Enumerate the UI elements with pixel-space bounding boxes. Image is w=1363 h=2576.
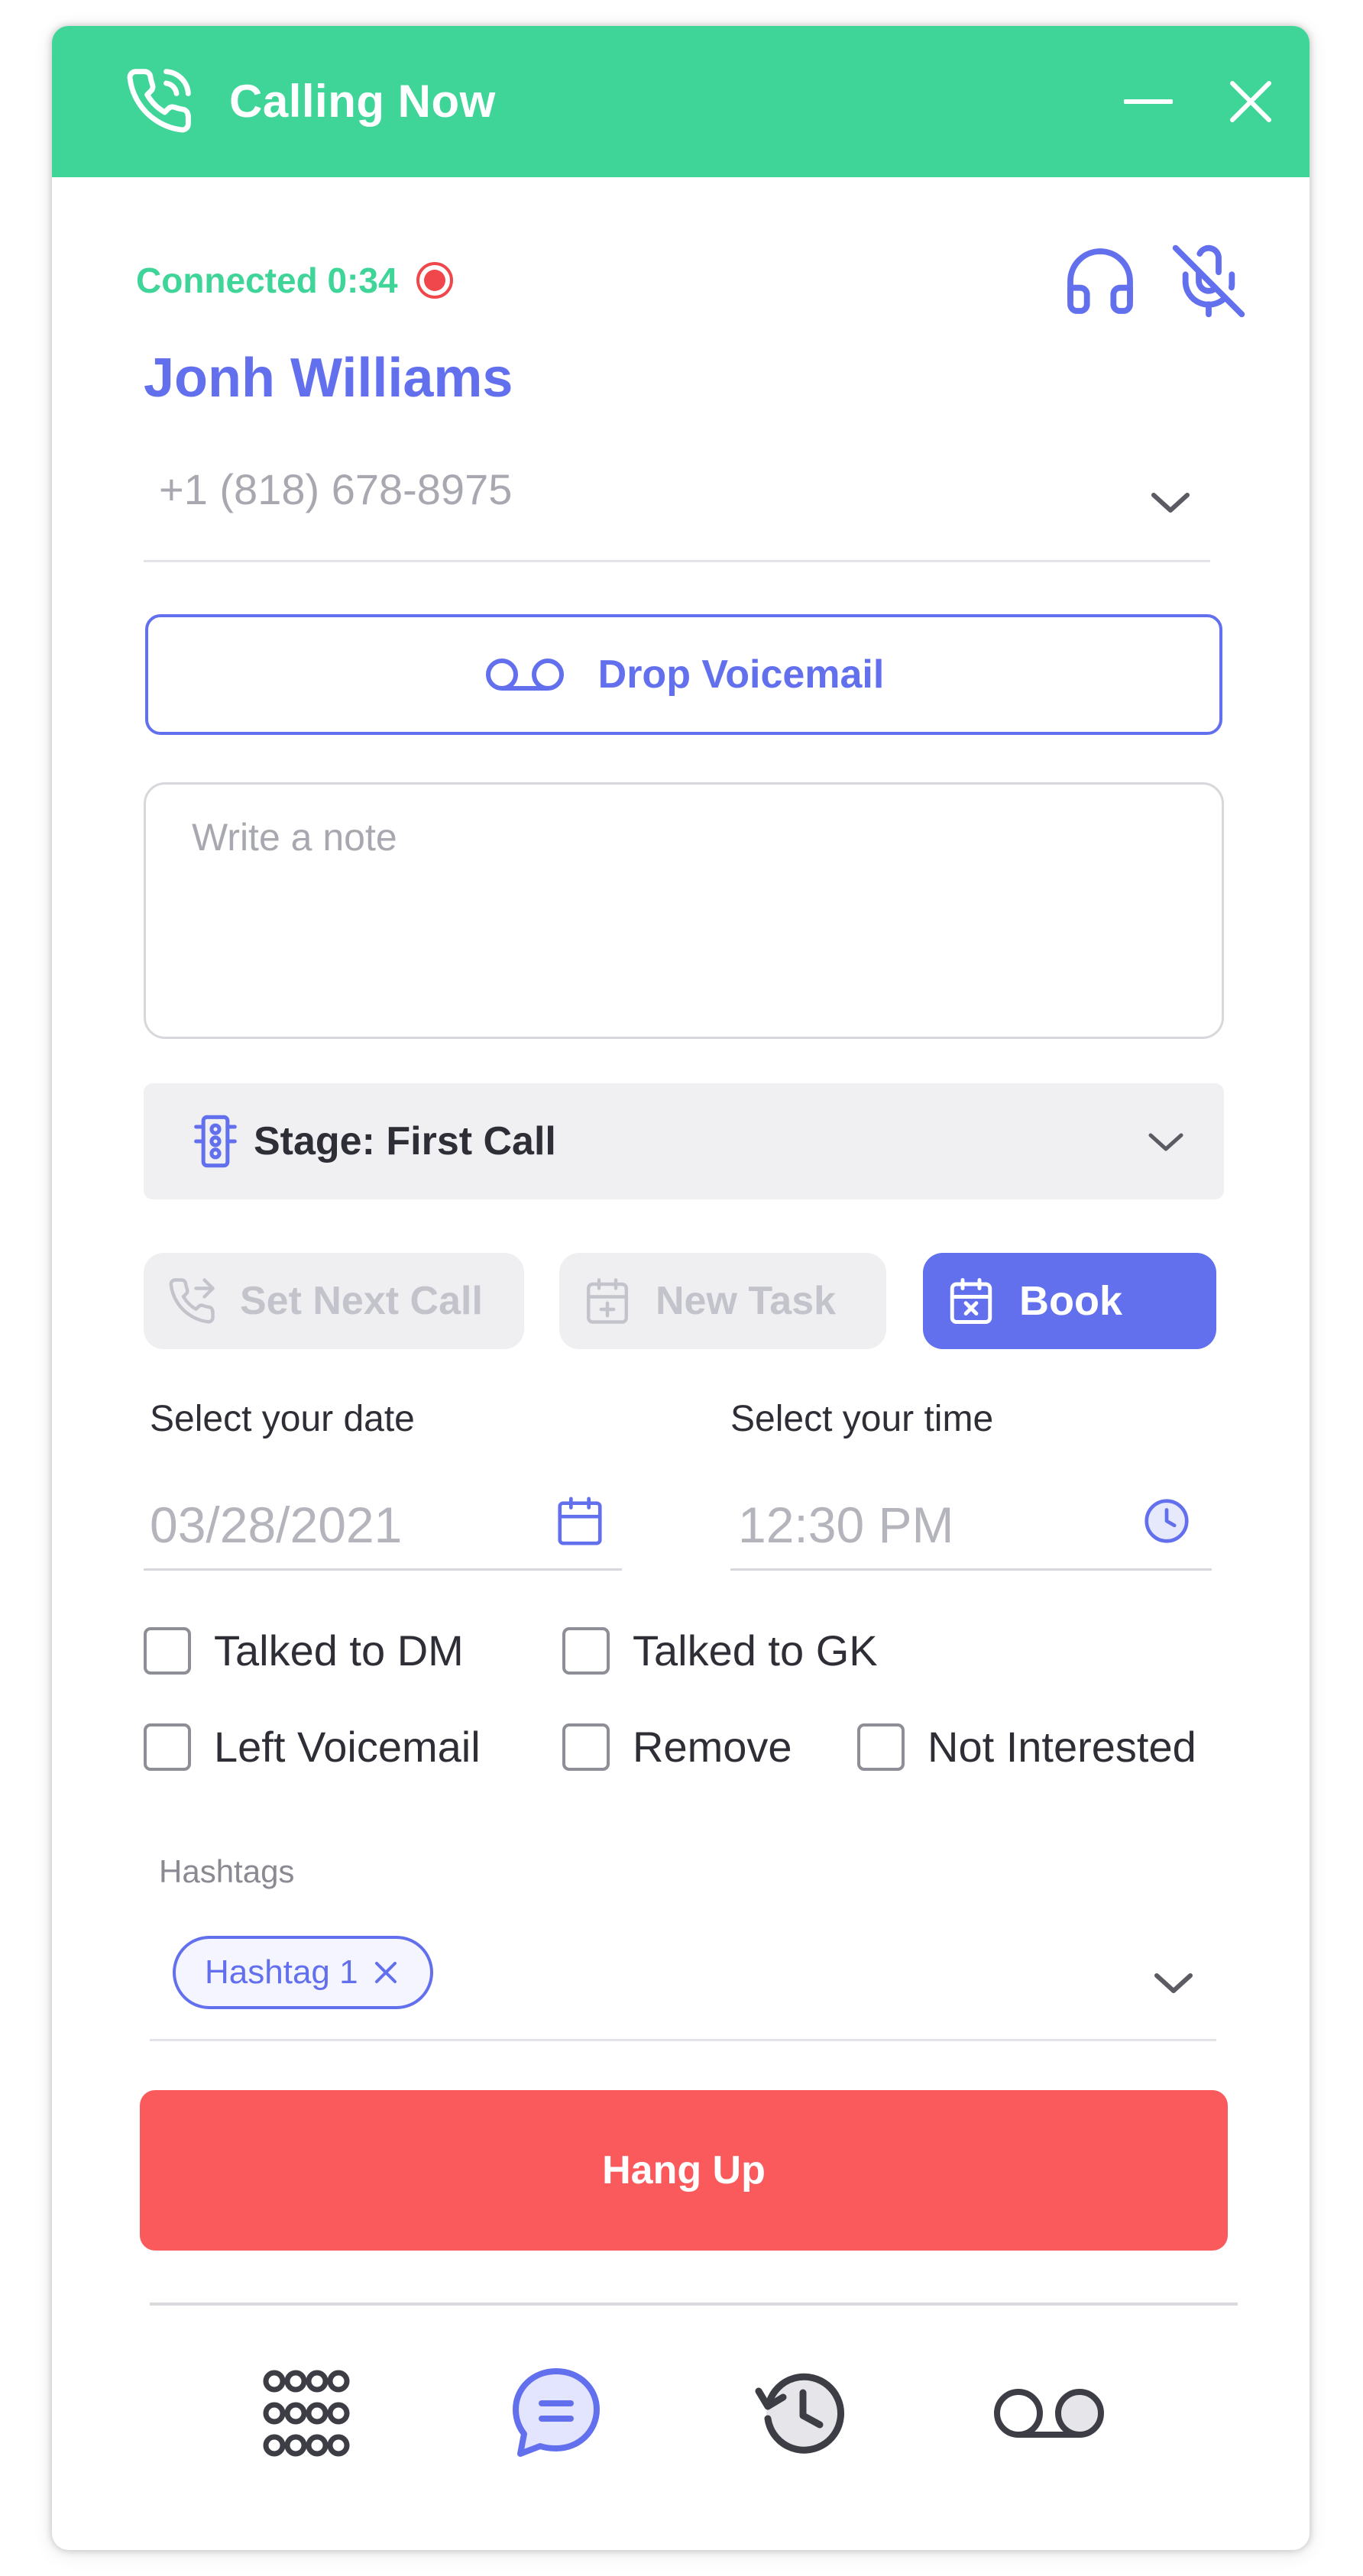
voicemail-icon	[485, 659, 564, 691]
remove-tag-icon[interactable]	[371, 1957, 401, 1988]
close-button[interactable]	[1216, 67, 1285, 136]
phone-forward-icon	[169, 1278, 215, 1324]
checkbox-box[interactable]	[144, 1723, 191, 1771]
chevron-down-icon	[1151, 493, 1190, 513]
minimize-button[interactable]	[1114, 67, 1183, 136]
checkbox-label: Talked to GK	[633, 1626, 878, 1675]
calendar-x-icon	[950, 1278, 992, 1324]
time-value: 12:30 PM	[738, 1497, 954, 1553]
mute-microphone-icon[interactable]	[1169, 241, 1248, 321]
checkbox-talked-to-gk[interactable]: Talked to GK	[562, 1626, 878, 1675]
headphones-icon[interactable]	[1060, 241, 1140, 321]
minimize-icon	[1124, 99, 1173, 104]
checkbox-not-interested[interactable]: Not Interested	[857, 1722, 1196, 1772]
checkbox-talked-to-dm[interactable]: Talked to DM	[144, 1626, 464, 1675]
stage-label: Stage: First Call	[254, 1119, 556, 1163]
checkbox-label: Not Interested	[928, 1723, 1196, 1771]
note-input[interactable]	[144, 782, 1224, 1039]
hang-up-label: Hang Up	[602, 2148, 766, 2193]
book-button[interactable]: Book	[923, 1253, 1216, 1349]
book-label: Book	[1019, 1278, 1122, 1324]
checkbox-left-voicemail[interactable]: Left Voicemail	[144, 1722, 481, 1772]
checkbox-remove[interactable]: Remove	[562, 1722, 792, 1772]
set-next-call-label: Set Next Call	[240, 1279, 483, 1323]
checkbox-box[interactable]	[562, 1626, 610, 1675]
phone-number: +1 (818) 678-8975	[159, 465, 513, 513]
nav-voicemail[interactable]	[984, 2364, 1114, 2463]
keypad-icon	[263, 2370, 350, 2457]
nav-chat[interactable]	[503, 2364, 610, 2463]
date-label: Select your date	[150, 1399, 415, 1439]
clock-icon[interactable]	[1140, 1494, 1193, 1548]
calling-widget: Calling Now Connected 0:34 Jonh Williams…	[52, 26, 1310, 2550]
hang-up-button[interactable]: Hang Up	[140, 2090, 1228, 2251]
contact-name: Jonh Williams	[144, 348, 513, 409]
bottom-divider	[150, 2303, 1238, 2306]
chevron-down-icon	[1154, 1973, 1193, 1993]
nav-history[interactable]	[747, 2364, 854, 2463]
chat-icon	[513, 2368, 600, 2457]
close-icon	[1230, 81, 1271, 122]
hashtag-chip: Hashtag 1	[173, 1936, 433, 2009]
checkbox-box[interactable]	[144, 1626, 191, 1675]
phone-number-select[interactable]: +1 (818) 678-8975	[144, 454, 1210, 562]
time-label: Select your time	[730, 1399, 994, 1439]
checkbox-label: Talked to DM	[214, 1626, 464, 1675]
title-bar: Calling Now	[52, 26, 1310, 177]
history-icon	[755, 2373, 844, 2454]
new-task-label: New Task	[656, 1279, 837, 1323]
checkbox-box[interactable]	[857, 1723, 905, 1771]
drop-voicemail-button[interactable]: Drop Voicemail	[145, 614, 1222, 735]
nav-keypad[interactable]	[257, 2364, 356, 2463]
call-status: Connected 0:34	[136, 255, 455, 306]
connected-timer: Connected 0:34	[136, 261, 398, 300]
voicemail-icon	[994, 2389, 1104, 2438]
time-field[interactable]: 12:30 PM	[730, 1470, 1212, 1571]
drop-voicemail-label: Drop Voicemail	[597, 652, 885, 697]
window-title: Calling Now	[229, 76, 496, 127]
hashtags-label: Hashtags	[159, 1853, 295, 1889]
stage-select[interactable]: Stage: First Call	[144, 1083, 1224, 1199]
hashtags-select[interactable]: Hashtag 1	[150, 1928, 1216, 2041]
recording-icon	[416, 262, 453, 299]
set-next-call-button[interactable]: Set Next Call	[144, 1253, 524, 1349]
checkbox-label: Remove	[633, 1723, 792, 1771]
calendar-icon[interactable]	[553, 1494, 607, 1548]
calendar-plus-icon	[587, 1278, 628, 1324]
chevron-down-icon	[1148, 1133, 1183, 1151]
checkbox-label: Left Voicemail	[214, 1723, 481, 1771]
phone-calling-icon	[127, 69, 191, 133]
traffic-light-icon	[194, 1115, 237, 1168]
hashtag-chip-label: Hashtag 1	[205, 1953, 358, 1991]
date-value: 03/28/2021	[150, 1497, 403, 1553]
checkbox-box[interactable]	[562, 1723, 610, 1771]
date-field[interactable]: 03/28/2021	[144, 1470, 622, 1571]
new-task-button[interactable]: New Task	[559, 1253, 886, 1349]
